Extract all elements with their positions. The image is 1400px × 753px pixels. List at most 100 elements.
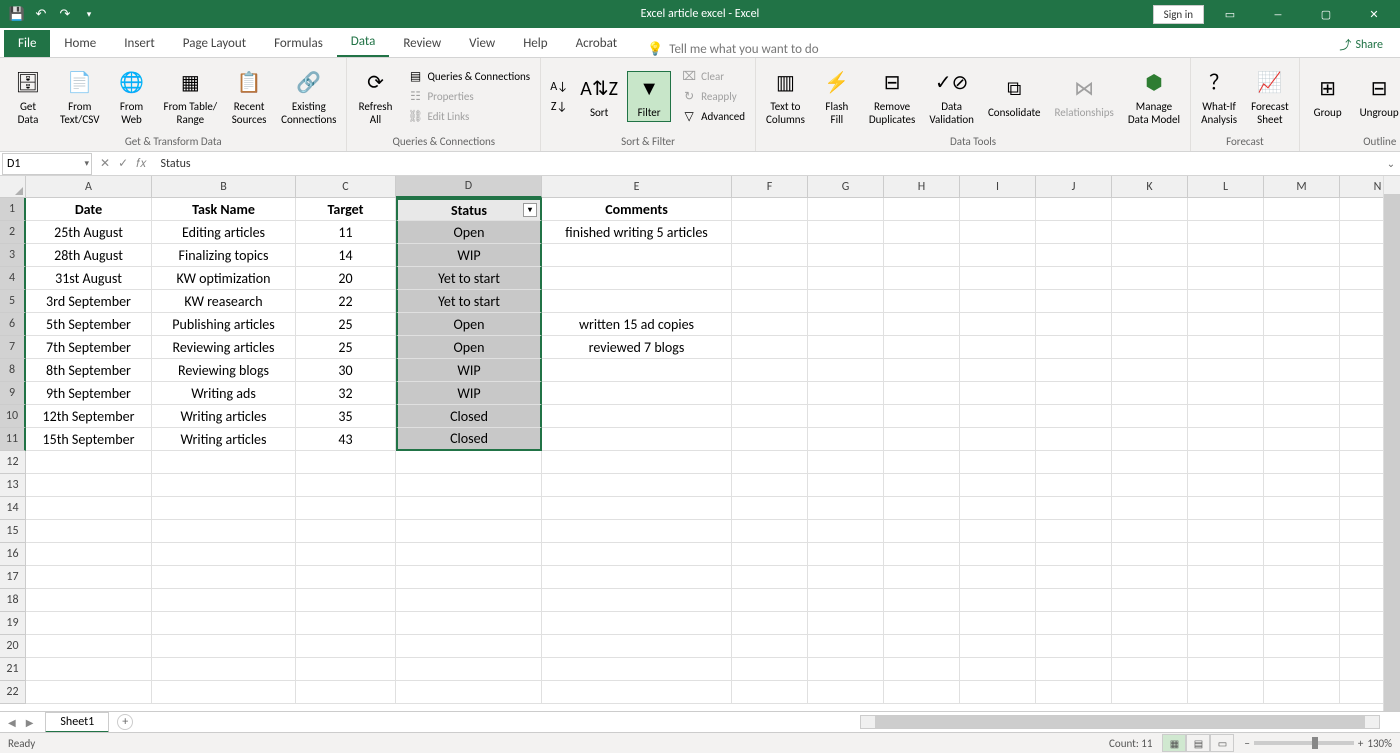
cell-E9[interactable] — [542, 382, 732, 405]
maximize-icon[interactable]: ▢ — [1304, 0, 1348, 28]
cell-F8[interactable] — [732, 359, 808, 382]
group-button[interactable]: ⊞Group — [1306, 71, 1350, 121]
redo-icon[interactable]: ↷ — [56, 5, 74, 23]
from-table-range-button[interactable]: ▦From Table/ Range — [160, 65, 222, 127]
row-header-11[interactable]: 11 — [0, 428, 26, 451]
cell-E3[interactable] — [542, 244, 732, 267]
column-header-C[interactable]: C — [296, 176, 396, 198]
cell-H11[interactable] — [884, 428, 960, 451]
cell-B5[interactable]: KW reasearch — [152, 290, 296, 313]
data-validation-button[interactable]: ✓⊘Data Validation — [925, 65, 978, 127]
cell-L3[interactable] — [1188, 244, 1264, 267]
recent-sources-button[interactable]: 📋Recent Sources — [227, 65, 271, 127]
cell-J8[interactable] — [1036, 359, 1112, 382]
tab-review[interactable]: Review — [389, 30, 455, 57]
fx-icon[interactable]: 𝑓𝑥 — [136, 157, 146, 171]
column-header-J[interactable]: J — [1036, 176, 1112, 198]
share-button[interactable]: ⤴ Share — [1330, 32, 1392, 57]
column-header-F[interactable]: F — [732, 176, 808, 198]
cell-G4[interactable] — [808, 267, 884, 290]
cell-F21[interactable] — [732, 658, 808, 681]
existing-connections-button[interactable]: 🔗Existing Connections — [277, 65, 340, 127]
cell-E10[interactable] — [542, 405, 732, 428]
cell-D16[interactable] — [396, 543, 542, 566]
cell-I8[interactable] — [960, 359, 1036, 382]
cell-B18[interactable] — [152, 589, 296, 612]
row-header-12[interactable]: 12 — [0, 451, 26, 474]
cell-I11[interactable] — [960, 428, 1036, 451]
manage-data-model-button[interactable]: ⬢Manage Data Model — [1124, 65, 1184, 127]
cell-A4[interactable]: 31st August — [26, 267, 152, 290]
tab-page-layout[interactable]: Page Layout — [169, 30, 260, 57]
sign-in-button[interactable]: Sign in — [1153, 5, 1204, 24]
row-header-5[interactable]: 5 — [0, 290, 26, 313]
cell-M18[interactable] — [1264, 589, 1340, 612]
cell-I4[interactable] — [960, 267, 1036, 290]
cell-E2[interactable]: finished writing 5 articles — [542, 221, 732, 244]
cell-B10[interactable]: Writing articles — [152, 405, 296, 428]
refresh-all-button[interactable]: ⟳Refresh All — [353, 65, 397, 127]
cell-H13[interactable] — [884, 474, 960, 497]
cell-J3[interactable] — [1036, 244, 1112, 267]
remove-duplicates-button[interactable]: ⊟Remove Duplicates — [865, 65, 919, 127]
sheet-tab-sheet1[interactable]: Sheet1 — [45, 712, 109, 733]
cell-J11[interactable] — [1036, 428, 1112, 451]
cell-L11[interactable] — [1188, 428, 1264, 451]
reapply-button[interactable]: ↻Reapply — [677, 88, 749, 106]
cell-A1[interactable]: Date — [26, 198, 152, 221]
cell-F22[interactable] — [732, 681, 808, 704]
cell-B4[interactable]: KW optimization — [152, 267, 296, 290]
save-icon[interactable]: 💾 — [8, 5, 26, 23]
cell-B19[interactable] — [152, 612, 296, 635]
cell-A22[interactable] — [26, 681, 152, 704]
cell-G11[interactable] — [808, 428, 884, 451]
cell-H7[interactable] — [884, 336, 960, 359]
cell-J12[interactable] — [1036, 451, 1112, 474]
cell-M2[interactable] — [1264, 221, 1340, 244]
cell-L12[interactable] — [1188, 451, 1264, 474]
tab-file[interactable]: File — [4, 30, 50, 57]
zoom-in-button[interactable]: + — [1358, 737, 1363, 750]
tab-data[interactable]: Data — [337, 28, 390, 57]
cell-B2[interactable]: Editing articles — [152, 221, 296, 244]
cell-G21[interactable] — [808, 658, 884, 681]
cell-C10[interactable]: 35 — [296, 405, 396, 428]
cell-E16[interactable] — [542, 543, 732, 566]
row-header-10[interactable]: 10 — [0, 405, 26, 428]
cell-M3[interactable] — [1264, 244, 1340, 267]
cell-B22[interactable] — [152, 681, 296, 704]
cell-F12[interactable] — [732, 451, 808, 474]
undo-icon[interactable]: ↶ — [32, 5, 50, 23]
cell-B12[interactable] — [152, 451, 296, 474]
whatif-button[interactable]: ？What-If Analysis — [1197, 65, 1241, 127]
scrollbar-thumb[interactable] — [1384, 194, 1400, 714]
cell-F3[interactable] — [732, 244, 808, 267]
cell-B15[interactable] — [152, 520, 296, 543]
column-header-L[interactable]: L — [1188, 176, 1264, 198]
cell-A21[interactable] — [26, 658, 152, 681]
cell-I21[interactable] — [960, 658, 1036, 681]
cell-M6[interactable] — [1264, 313, 1340, 336]
cell-I1[interactable] — [960, 198, 1036, 221]
zoom-slider-thumb[interactable] — [1312, 737, 1318, 749]
cell-F9[interactable] — [732, 382, 808, 405]
cell-C13[interactable] — [296, 474, 396, 497]
cell-C12[interactable] — [296, 451, 396, 474]
cell-C21[interactable] — [296, 658, 396, 681]
cell-K9[interactable] — [1112, 382, 1188, 405]
cell-D3[interactable]: WIP — [396, 244, 542, 267]
row-header-4[interactable]: 4 — [0, 267, 26, 290]
cell-H3[interactable] — [884, 244, 960, 267]
cell-H14[interactable] — [884, 497, 960, 520]
cell-B14[interactable] — [152, 497, 296, 520]
cell-I18[interactable] — [960, 589, 1036, 612]
row-header-16[interactable]: 16 — [0, 543, 26, 566]
formula-bar-expand-icon[interactable]: ⌄ — [1382, 157, 1400, 170]
cell-D14[interactable] — [396, 497, 542, 520]
cell-G10[interactable] — [808, 405, 884, 428]
cell-J6[interactable] — [1036, 313, 1112, 336]
cell-K1[interactable] — [1112, 198, 1188, 221]
cell-H10[interactable] — [884, 405, 960, 428]
cell-J14[interactable] — [1036, 497, 1112, 520]
cell-F6[interactable] — [732, 313, 808, 336]
